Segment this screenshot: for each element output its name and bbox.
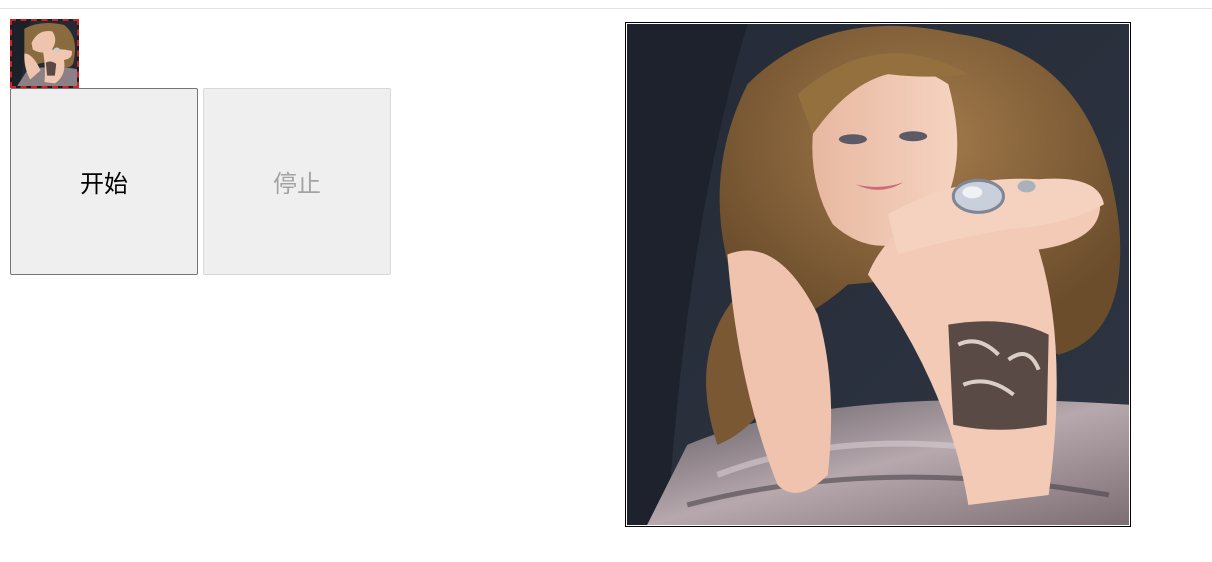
thumbnail-portrait	[12, 21, 77, 86]
thumbnail-image[interactable]	[10, 19, 79, 88]
stop-button: 停止	[203, 88, 391, 275]
preview-portrait	[627, 24, 1129, 525]
top-divider	[0, 8, 1212, 9]
preview-image-frame	[625, 22, 1131, 527]
start-button[interactable]: 开始	[10, 88, 198, 275]
